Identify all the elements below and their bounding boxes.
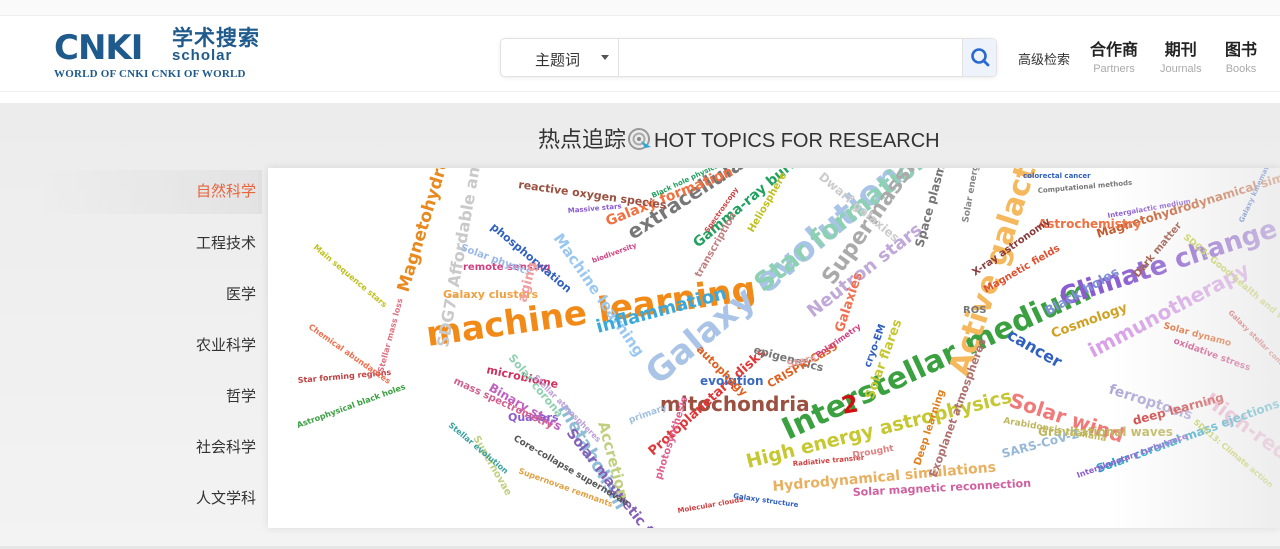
nav-journals-label: 期刊 [1164,42,1197,59]
nav-journals-en: Journals [1160,63,1202,75]
hot-topics-title: 热点追踪 HOT TOPICS FOR RESEARCH [538,122,940,157]
header: CNKI 学术搜索 scholar WORLD OF CNKI CNKI OF … [0,16,1280,92]
sidebar-item-philosophy[interactable]: 哲学 [40,374,258,425]
sidebar-item-label: 医学 [225,286,256,303]
logo-main: CNKI [54,28,143,68]
search-icon [971,48,990,67]
chevron-down-icon [601,55,609,60]
sidebar-item-medicine[interactable]: 医学 [40,272,258,323]
word-cloud-fade [1110,168,1280,528]
hot-title-cn: 热点追踪 [538,127,627,152]
sidebar-item-label: 农业科学 [195,337,256,354]
sidebar-item-engineering[interactable]: 工程技术 [40,221,258,272]
topic-keyword[interactable]: primary [628,403,669,426]
topic-keyword[interactable]: Astrophysical black holes [296,382,407,430]
sidebar-item-agriculture[interactable]: 农业科学 [40,323,258,374]
search-field-selected: 主题词 [535,52,581,69]
top-strip [0,0,1280,16]
logo-tagline: WORLD OF CNKI CNKI OF WORLD [54,68,246,80]
sidebar-item-natural-science[interactable]: 自然科学 [40,170,262,214]
nav-books[interactable]: 图书 Books [1225,36,1257,75]
topic-keyword[interactable]: biodiversity [591,241,638,265]
sidebar-item-humanities[interactable]: 人文学科 [40,476,258,527]
topic-keyword[interactable]: Galaxy structure [733,492,799,509]
nav-partners-label: 合作商 [1090,42,1139,59]
subject-sidebar: 自然科学 工程技术 医学 农业科学 哲学 社会科学 人文学科 [40,170,262,527]
sidebar-item-label: 人文学科 [195,490,256,507]
nav-books-label: 图书 [1225,42,1258,59]
nav-partners-en: Partners [1093,63,1135,75]
search-box: 主题词 [500,38,997,77]
topic-keyword[interactable]: Drought [852,444,895,461]
cnki-scholar-logo[interactable]: CNKI 学术搜索 scholar WORLD OF CNKI CNKI OF … [54,28,274,84]
nav-journals[interactable]: 期刊 Journals [1160,36,1202,75]
nav-books-en: Books [1225,63,1257,75]
sidebar-item-label: 工程技术 [195,235,256,252]
advanced-search-link[interactable]: 高级检索 [1018,49,1070,68]
topic-keyword[interactable]: Solar energetic particles [961,168,993,224]
nav-partners[interactable]: 合作商 Partners [1090,36,1138,75]
topic-keyword[interactable]: colorectal cancer [1023,172,1091,180]
target-icon [627,127,653,157]
sidebar-item-label: 哲学 [225,388,256,405]
word-cloud: machine learning Galaxy evolution Interste… [268,168,1280,528]
search-button[interactable] [962,39,996,76]
logo-scholar: scholar [172,47,233,64]
sidebar-item-social-science[interactable]: 社会科学 [40,425,258,476]
search-field-select[interactable]: 主题词 [501,39,619,76]
topic-keyword[interactable]: ROS [963,305,986,316]
topic-keyword[interactable]: Stellar mass loss [376,297,405,373]
sidebar-item-label: 自然科学 [195,183,256,200]
search-input[interactable] [620,39,963,76]
topic-keyword[interactable]: Stellar evolution [447,421,510,476]
sidebar-item-label: 社会科学 [195,439,256,456]
topic-keyword[interactable]: Main sequence stars [312,243,389,310]
hot-title-en: HOT TOPICS FOR RESEARCH [654,130,940,152]
